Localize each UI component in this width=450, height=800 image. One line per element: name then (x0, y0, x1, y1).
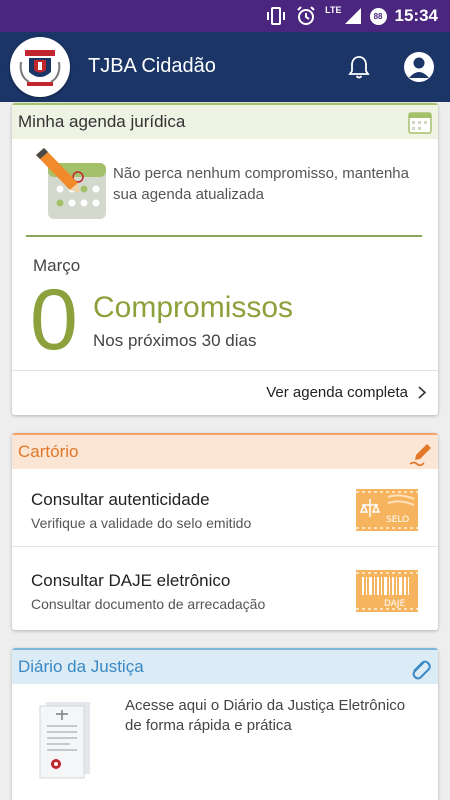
agenda-card: Minha agenda jurídica Não perca nenhum c… (12, 103, 438, 415)
agenda-card-title: Minha agenda jurídica (18, 112, 186, 131)
check-authenticity-subtitle: Verifique a validade do selo emitido (31, 515, 252, 531)
appointment-count: 0 (30, 272, 78, 368)
view-full-agenda-link[interactable]: Ver agenda completa (266, 384, 426, 401)
cartorio-card: Cartório Consultar autenticidade Verifiq… (12, 433, 438, 630)
signing-pen-icon (409, 444, 431, 467)
official-document-icon (39, 702, 90, 779)
notification-bell-icon[interactable] (346, 54, 372, 80)
check-daje-subtitle: Consultar documento de arrecadação (31, 596, 266, 612)
agenda-separator (12, 370, 438, 371)
check-authenticity-title: Consultar autenticidade (31, 490, 210, 509)
check-authenticity-item[interactable]: Consultar autenticidade Verifique a vali… (12, 469, 438, 549)
app-title: TJBA Cidadão (88, 55, 216, 77)
status-bar: LTE 88 15:34 (0, 0, 450, 32)
court-logo-icon[interactable] (10, 37, 70, 97)
status-time: 15:34 (394, 6, 438, 25)
calendar-grid-icon (408, 112, 432, 134)
barcode-stamp-label: DAJE (384, 599, 406, 609)
diario-card[interactable]: Diário da Justiça Acesse aqui o Diário d… (12, 648, 438, 800)
account-icon[interactable] (404, 52, 434, 82)
seal-stamp-label: SELO (386, 515, 409, 525)
badge-icon: 88 (369, 7, 387, 25)
appointments-period: Nos próximos 30 dias (93, 331, 257, 350)
vibrate-icon (267, 7, 286, 25)
diario-card-header: Diário da Justiça (12, 648, 438, 684)
calendar-pencil-icon (36, 148, 106, 219)
lte-signal-icon (344, 8, 361, 24)
check-daje-title: Consultar DAJE eletrônico (31, 571, 231, 590)
seal-stamp-icon: SELO (356, 489, 418, 531)
agenda-divider (26, 235, 422, 237)
paperclip-icon (412, 660, 431, 680)
diario-description: Acesse aqui o Diário da Justiça Eletrôni… (125, 697, 406, 734)
cartorio-card-title: Cartório (18, 442, 79, 461)
check-daje-item[interactable]: Consultar DAJE eletrônico Consultar docu… (12, 550, 438, 630)
diario-card-title: Diário da Justiça (18, 657, 144, 676)
agenda-promo-text: Não perca nenhum compromisso, mantenha s… (113, 165, 409, 203)
cartorio-card-header: Cartório (12, 433, 438, 469)
barcode-stamp-icon: DAJE (356, 570, 418, 612)
chevron-right-icon (418, 386, 426, 399)
view-full-agenda-label: Ver agenda completa (266, 384, 408, 401)
appointments-label: Compromissos (93, 291, 294, 324)
status-icons: LTE 88 15:34 (265, 5, 438, 27)
app-bar: TJBA Cidadão (0, 32, 450, 102)
lte-label: LTE (325, 5, 342, 15)
agenda-card-header: Minha agenda jurídica (12, 103, 438, 139)
cartorio-separator (12, 546, 438, 547)
alarm-icon (297, 6, 315, 25)
